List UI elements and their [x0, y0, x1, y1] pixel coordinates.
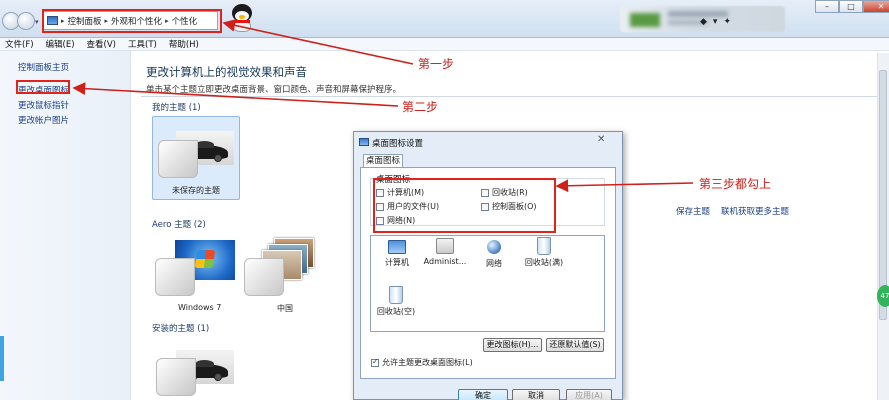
windows-logo-icon: [194, 250, 216, 268]
icon-label: 计算机: [385, 258, 409, 267]
link-get-more-themes[interactable]: 联机获取更多主题: [721, 205, 789, 217]
icon-item-user-files[interactable]: Administ...: [423, 238, 467, 266]
section-my-themes: 我的主题 (1): [152, 103, 201, 113]
computer-icon: [388, 240, 406, 254]
recycle-bin-empty-icon: [389, 286, 403, 304]
history-dropdown-icon[interactable]: ▾: [35, 18, 39, 26]
section-installed-themes: 安装的主题 (1): [152, 324, 210, 334]
tray-icons: ◆ ▾ ✦: [700, 17, 731, 27]
tab-desktop-icons[interactable]: 桌面图标: [363, 154, 403, 168]
icon-item-computer[interactable]: 计算机: [384, 240, 410, 268]
icon-label: 网络: [486, 259, 502, 268]
checkbox-label: 允许主题更改桌面图标(L): [382, 358, 473, 367]
page-subtitle: 单击某个主题立即更改桌面背景、窗口颜色、声音和屏幕保护程序。: [146, 85, 402, 95]
close-button[interactable]: ✕: [863, 0, 889, 13]
menu-tools[interactable]: 工具(T): [128, 38, 157, 50]
left-task-pane: 控制面板主页 更改桌面图标 更改鼠标指针 更改帐户图片: [0, 51, 131, 400]
chevron-down-icon[interactable]: ▾: [713, 17, 718, 27]
annotation-box-desktop-icons: [16, 80, 70, 94]
link-save-theme[interactable]: 保存主题: [676, 205, 710, 217]
theme-caption: Windows 7: [178, 303, 222, 312]
window-controls: – □ ✕: [815, 0, 889, 13]
maximize-button[interactable]: □: [839, 0, 863, 13]
color-swatch: [156, 358, 196, 396]
network-globe-icon: [487, 240, 501, 254]
color-swatch: [155, 258, 195, 296]
section-aero-themes: Aero 主题 (2): [152, 220, 206, 230]
folder-icon: [436, 238, 454, 254]
menu-help[interactable]: 帮助(H): [169, 38, 199, 50]
icon-item-network[interactable]: 网络: [481, 240, 507, 269]
annotation-box-checkboxes: [373, 178, 556, 233]
icon-item-recycle-full[interactable]: 回收站(满): [520, 237, 568, 268]
page-title: 更改计算机上的视觉效果和声音: [146, 65, 307, 79]
menu-file[interactable]: 文件(F): [5, 38, 34, 50]
apply-button[interactable]: 应用(A): [566, 389, 612, 400]
shield-icon[interactable]: ◆: [700, 17, 707, 27]
icon-label: 回收站(满): [524, 258, 564, 267]
notification-badge[interactable]: 47: [877, 285, 889, 307]
blurred-region: [630, 13, 660, 27]
color-swatch: [244, 258, 284, 296]
recycle-bin-full-icon: [537, 237, 551, 255]
dialog-icon: [359, 138, 369, 146]
cancel-button[interactable]: 取消: [512, 389, 560, 400]
star-icon[interactable]: ✦: [723, 17, 731, 27]
icon-item-recycle-empty[interactable]: 回收站(空): [374, 286, 418, 317]
icon-label: Administ...: [423, 257, 467, 266]
menu-view[interactable]: 查看(V): [87, 38, 116, 50]
link-change-mouse-pointers[interactable]: 更改鼠标指针: [18, 99, 69, 111]
checkbox-box[interactable]: [371, 357, 379, 367]
forward-button[interactable]: [17, 12, 35, 30]
annotation-step3: 第三步都勾上: [699, 177, 772, 191]
link-change-account-picture[interactable]: 更改帐户图片: [18, 114, 69, 126]
menu-bar: 文件(F) 编辑(E) 查看(V) 工具(T) 帮助(H): [0, 38, 889, 51]
theme-caption: 中国: [277, 304, 293, 313]
close-icon[interactable]: ✕: [597, 134, 605, 145]
scrollbar-thumb[interactable]: [879, 70, 887, 320]
minimize-button[interactable]: –: [815, 0, 839, 13]
ok-button[interactable]: 确定: [458, 389, 508, 400]
link-control-panel-home[interactable]: 控制面板主页: [18, 61, 69, 73]
color-swatch: [158, 140, 198, 178]
annotation-step2: 第二步: [402, 100, 439, 114]
menu-edit[interactable]: 编辑(E): [46, 38, 75, 50]
dialog-title: 桌面图标设置: [372, 139, 424, 149]
theme-caption: 未保存的主题: [172, 186, 220, 195]
icon-label: 回收站(空): [376, 307, 416, 316]
accent-edge: [0, 336, 4, 381]
restore-default-button[interactable]: 还原默认值(S): [546, 338, 604, 352]
checkbox-allow-themes[interactable]: 允许主题更改桌面图标(L): [371, 357, 473, 368]
qq-penguin-icon: [230, 4, 254, 34]
annotation-box-address: [42, 9, 222, 33]
annotation-step1: 第一步: [418, 57, 455, 71]
change-icon-button[interactable]: 更改图标(H)...: [483, 338, 542, 352]
